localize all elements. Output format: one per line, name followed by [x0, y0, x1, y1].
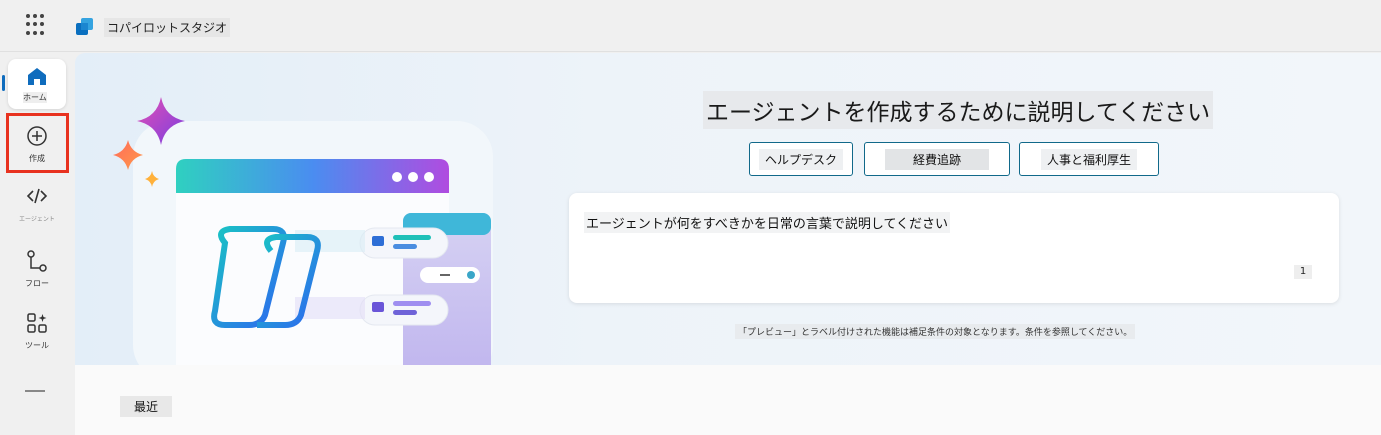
agent-description-input[interactable]: エージェントが何をすべきかを日常の言葉で説明してください 1 [569, 193, 1339, 303]
recent-heading: 最近 [120, 396, 173, 417]
nav-item-label: エージェント [19, 216, 55, 223]
chip-label: ヘルプデスク [758, 148, 843, 170]
preview-disclaimer: 「プレビュー」とラベル付けされた機能は補足条件の対象となります。条件を参照してく… [735, 324, 1136, 339]
nav-item-label: ホーム [23, 92, 47, 103]
code-icon [26, 188, 48, 204]
chip-label: 人事と福利厚生 [1040, 148, 1137, 170]
hero-illustration [113, 97, 493, 365]
input-placeholder: エージェントが何をすべきかを日常の言葉で説明してください [584, 212, 951, 233]
app-title[interactable]: コパイロットスタジオ [104, 18, 231, 37]
send-button[interactable]: 1 [1294, 265, 1312, 279]
hero-section: エージェントを作成するために説明してください ヘルプデスク 経費追跡 人事と福利… [75, 53, 1381, 365]
suggestion-chip-expense[interactable]: 経費追跡 [864, 142, 1010, 176]
highlight-annotation [6, 113, 69, 173]
flow-icon [27, 250, 47, 272]
recent-section: 最近 [75, 365, 1381, 435]
app-launcher-icon[interactable] [26, 14, 48, 36]
chip-label: 経費追跡 [884, 148, 989, 170]
active-indicator [2, 75, 5, 91]
nav-item-home[interactable]: ホーム [8, 59, 66, 109]
suggestion-chip-hr[interactable]: 人事と福利厚生 [1019, 142, 1159, 176]
suggestion-chip-helpdesk[interactable]: ヘルプデスク [749, 142, 853, 176]
nav-item-tools[interactable]: ツール [8, 305, 66, 355]
left-nav-rail: ホーム 作成 エージェント フロー ツール [0, 53, 74, 435]
top-bar: コパイロットスタジオ [0, 0, 1381, 52]
tools-icon [27, 313, 47, 333]
copilot-studio-logo [76, 18, 93, 35]
nav-item-label: ツール [25, 341, 49, 350]
nav-item-agents[interactable]: エージェント [8, 178, 66, 228]
more-icon[interactable] [25, 390, 45, 392]
hero-heading: エージェントを作成するために説明してください [703, 91, 1214, 129]
nav-item-label: フロー [25, 279, 49, 288]
home-icon [28, 68, 46, 85]
nav-item-flows[interactable]: フロー [8, 243, 66, 293]
